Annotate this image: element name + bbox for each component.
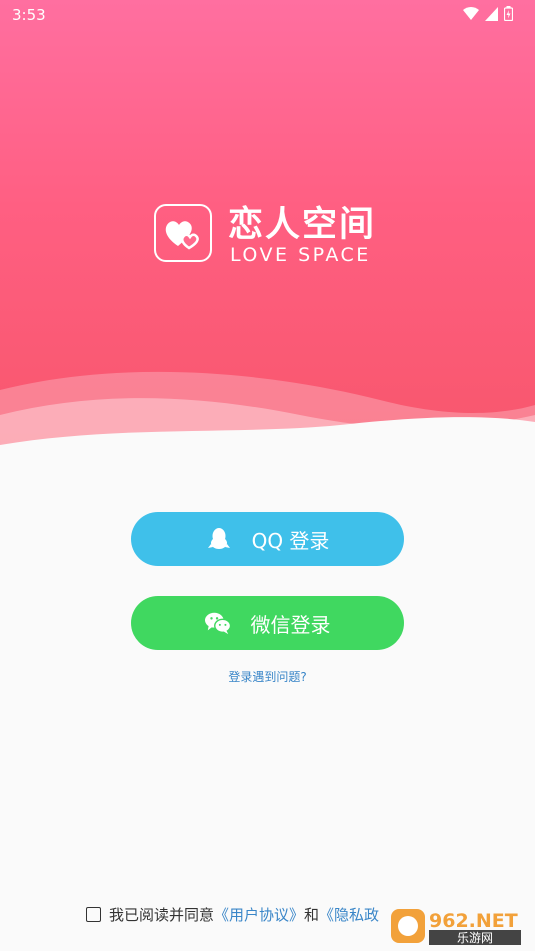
qq-penguin-icon <box>206 526 232 552</box>
status-time: 3:53 <box>12 6 46 24</box>
user-agreement-link[interactable]: 《用户协议》 <box>214 904 304 925</box>
watermark-logo: 962.NET 乐游网 <box>389 905 527 947</box>
agreement-and: 和 <box>304 906 320 924</box>
app-logo-icon <box>154 204 212 262</box>
app-subtitle: LOVE SPACE <box>230 244 371 266</box>
agreement-checkbox[interactable] <box>86 907 101 922</box>
watermark-bottom-text: 乐游网 <box>457 931 493 945</box>
qq-login-button[interactable]: QQ 登录 <box>131 512 404 566</box>
agreement-prefix: 我已阅读并同意 <box>109 906 215 924</box>
wechat-login-button[interactable]: 微信登录 <box>131 596 404 650</box>
status-icons <box>463 6 513 21</box>
status-bar: 3:53 <box>0 0 535 30</box>
wechat-icon <box>204 610 231 636</box>
agreement-row: 我已阅读并同意 《用户协议》 和 《隐私政 <box>86 904 379 925</box>
watermark-top-text: 962.NET <box>429 910 518 932</box>
privacy-policy-link[interactable]: 《隐私政 <box>319 904 379 925</box>
wechat-login-label: 微信登录 <box>250 612 331 637</box>
wifi-icon <box>463 6 479 20</box>
battery-icon <box>504 6 513 21</box>
wave-decoration <box>0 371 535 470</box>
signal-icon <box>485 6 498 21</box>
app-title: 恋人空间 <box>228 205 377 245</box>
login-help-link[interactable]: 登录遇到问题? <box>0 668 535 685</box>
qq-login-label: QQ 登录 <box>251 528 330 553</box>
